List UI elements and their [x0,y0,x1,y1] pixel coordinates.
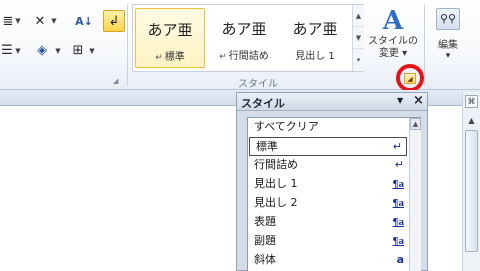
chevron-down-icon[interactable]: ▼ [14,46,22,56]
styles-list-scrollbar[interactable]: ▲ [409,118,421,271]
scroll-thumb[interactable] [465,130,478,252]
chevron-down-icon: ▾ [445,51,451,61]
style-item-title[interactable]: 表題 ¶a [248,213,408,232]
chevron-down-icon[interactable]: ▼ [54,46,62,56]
show-formatting-icon[interactable]: ↲ [103,10,125,32]
chevron-down-icon[interactable]: ▼ [88,46,96,56]
paragraph-mark-icon: ↵ [392,140,402,153]
gallery-item-heading-1[interactable]: あア亜 見出し 1 [280,8,350,68]
highlight-circle [396,64,424,92]
gallery-scrollbar[interactable]: ▲ ▼ ▾ [352,5,364,71]
styles-group-label: スタイル [238,79,278,90]
linked-style-icon: ¶a [392,235,404,247]
linked-style-icon: ¶a [392,216,404,228]
style-item-label: 見出し 2 [254,196,298,209]
paragraph-dialog-launcher-icon[interactable]: ◢ [113,77,118,85]
gallery-item-name: 見出し 1 [295,51,335,62]
change-styles-label-2: 変更 ▾ [368,48,418,60]
chevron-down-icon[interactable]: ▼ [14,16,22,26]
border-icon[interactable]: ⊞ [68,40,88,60]
gallery-more-icon[interactable]: ▾ [353,49,364,71]
paragraph-mark-icon: ↵ [219,52,227,62]
gallery-item-name: 標準 [164,52,185,63]
document-scrollbar[interactable]: ⌘ ▲ [462,92,480,271]
ruler-toggle-icon[interactable]: ⌘ [465,95,478,108]
change-styles-label-1: スタイルの [368,36,418,47]
style-item-label: 標準 [256,140,278,153]
styles-pane-header: スタイル ▼ × [237,93,427,111]
editing-label: 編集 [438,40,458,51]
list-icon[interactable]: ☰ [0,40,14,60]
linked-style-icon: ¶a [392,197,404,209]
style-item-subtitle[interactable]: 副題 ¶a [248,232,408,251]
editing-button[interactable]: ⚲⚲ 編集 ▾ [430,6,466,74]
paragraph-mark-icon: ↵ [394,158,404,171]
scroll-up-icon[interactable]: ▲ [410,118,421,130]
binoculars-icon: ⚲⚲ [436,8,460,30]
chevron-down-icon: ▾ [402,48,408,59]
style-gallery: あア亜 ↵ 標準 あア亜 ↵ 行間詰め あア亜 見出し 1 ▲ ▼ ▾ [132,4,364,72]
change-styles-label-2-text: 変更 [378,48,399,59]
gallery-item-standard[interactable]: あア亜 ↵ 標準 [135,8,205,68]
gallery-sample: あア亜 [147,21,193,39]
style-item-heading-1[interactable]: 見出し 1 ¶a [248,175,408,194]
style-item-label: 表題 [254,215,276,228]
gallery-item-no-spacing[interactable]: あア亜 ↵ 行間詰め [209,8,279,68]
style-item-label: 行間詰め [254,158,298,171]
style-item-label: 副題 [254,234,276,247]
change-styles-icon: A [382,6,404,36]
chevron-down-icon[interactable]: ▼ [50,16,58,26]
styles-pane: スタイル ▼ × すべてクリア 標準 ↵ 行間詰め ↵ 見出し 1 ¶a 見出し… [236,92,428,271]
style-item-no-spacing[interactable]: 行間詰め ↵ [248,156,408,175]
group-separator [424,4,425,86]
close-icon[interactable]: × [413,93,424,108]
style-item-label: 斜体 [254,253,276,266]
style-item-label: すべてクリア [254,120,319,133]
pane-options-icon[interactable]: ▼ [397,96,403,105]
gallery-sample: あア亜 [221,20,267,38]
group-separator [127,4,128,86]
gallery-item-label: ↵ 行間詰め [219,47,269,62]
style-item-label: 見出し 1 [254,177,298,190]
gallery-item-name: 行間詰め [228,51,269,62]
gallery-sample: あア亜 [292,20,338,38]
style-item-emphasis[interactable]: 斜体 a [248,251,408,270]
linked-style-icon: ¶a [392,178,404,190]
styles-pane-title: スタイル [241,97,285,110]
gallery-item-label: ↵ 標準 [155,48,185,63]
paragraph-mark-icon: ↵ [155,53,163,63]
sort-az-icon[interactable]: A↓ [74,10,94,32]
ribbon: ≣ ▼ ✕ ▼ A↓ ↲ ☰ ▼ ◈ ▼ ⊞ ▼ ◢ あア亜 ↵ 標準 あア亜 ↵… [0,0,480,92]
scroll-up-icon[interactable]: ▲ [465,114,478,127]
character-style-icon: a [396,253,404,266]
gallery-scroll-down-icon[interactable]: ▼ [353,27,364,49]
style-item-heading-2[interactable]: 見出し 2 ¶a [248,194,408,213]
gallery-scroll-up-icon[interactable]: ▲ [353,5,364,27]
style-item-clear-all[interactable]: すべてクリア [248,118,408,137]
strikethrough-x-icon[interactable]: ✕ [30,11,50,31]
style-item-standard[interactable]: 標準 ↵ [249,137,407,156]
shading-icon[interactable]: ◈ [32,40,52,60]
styles-list: すべてクリア 標準 ↵ 行間詰め ↵ 見出し 1 ¶a 見出し 2 ¶a 表題 … [247,117,421,271]
